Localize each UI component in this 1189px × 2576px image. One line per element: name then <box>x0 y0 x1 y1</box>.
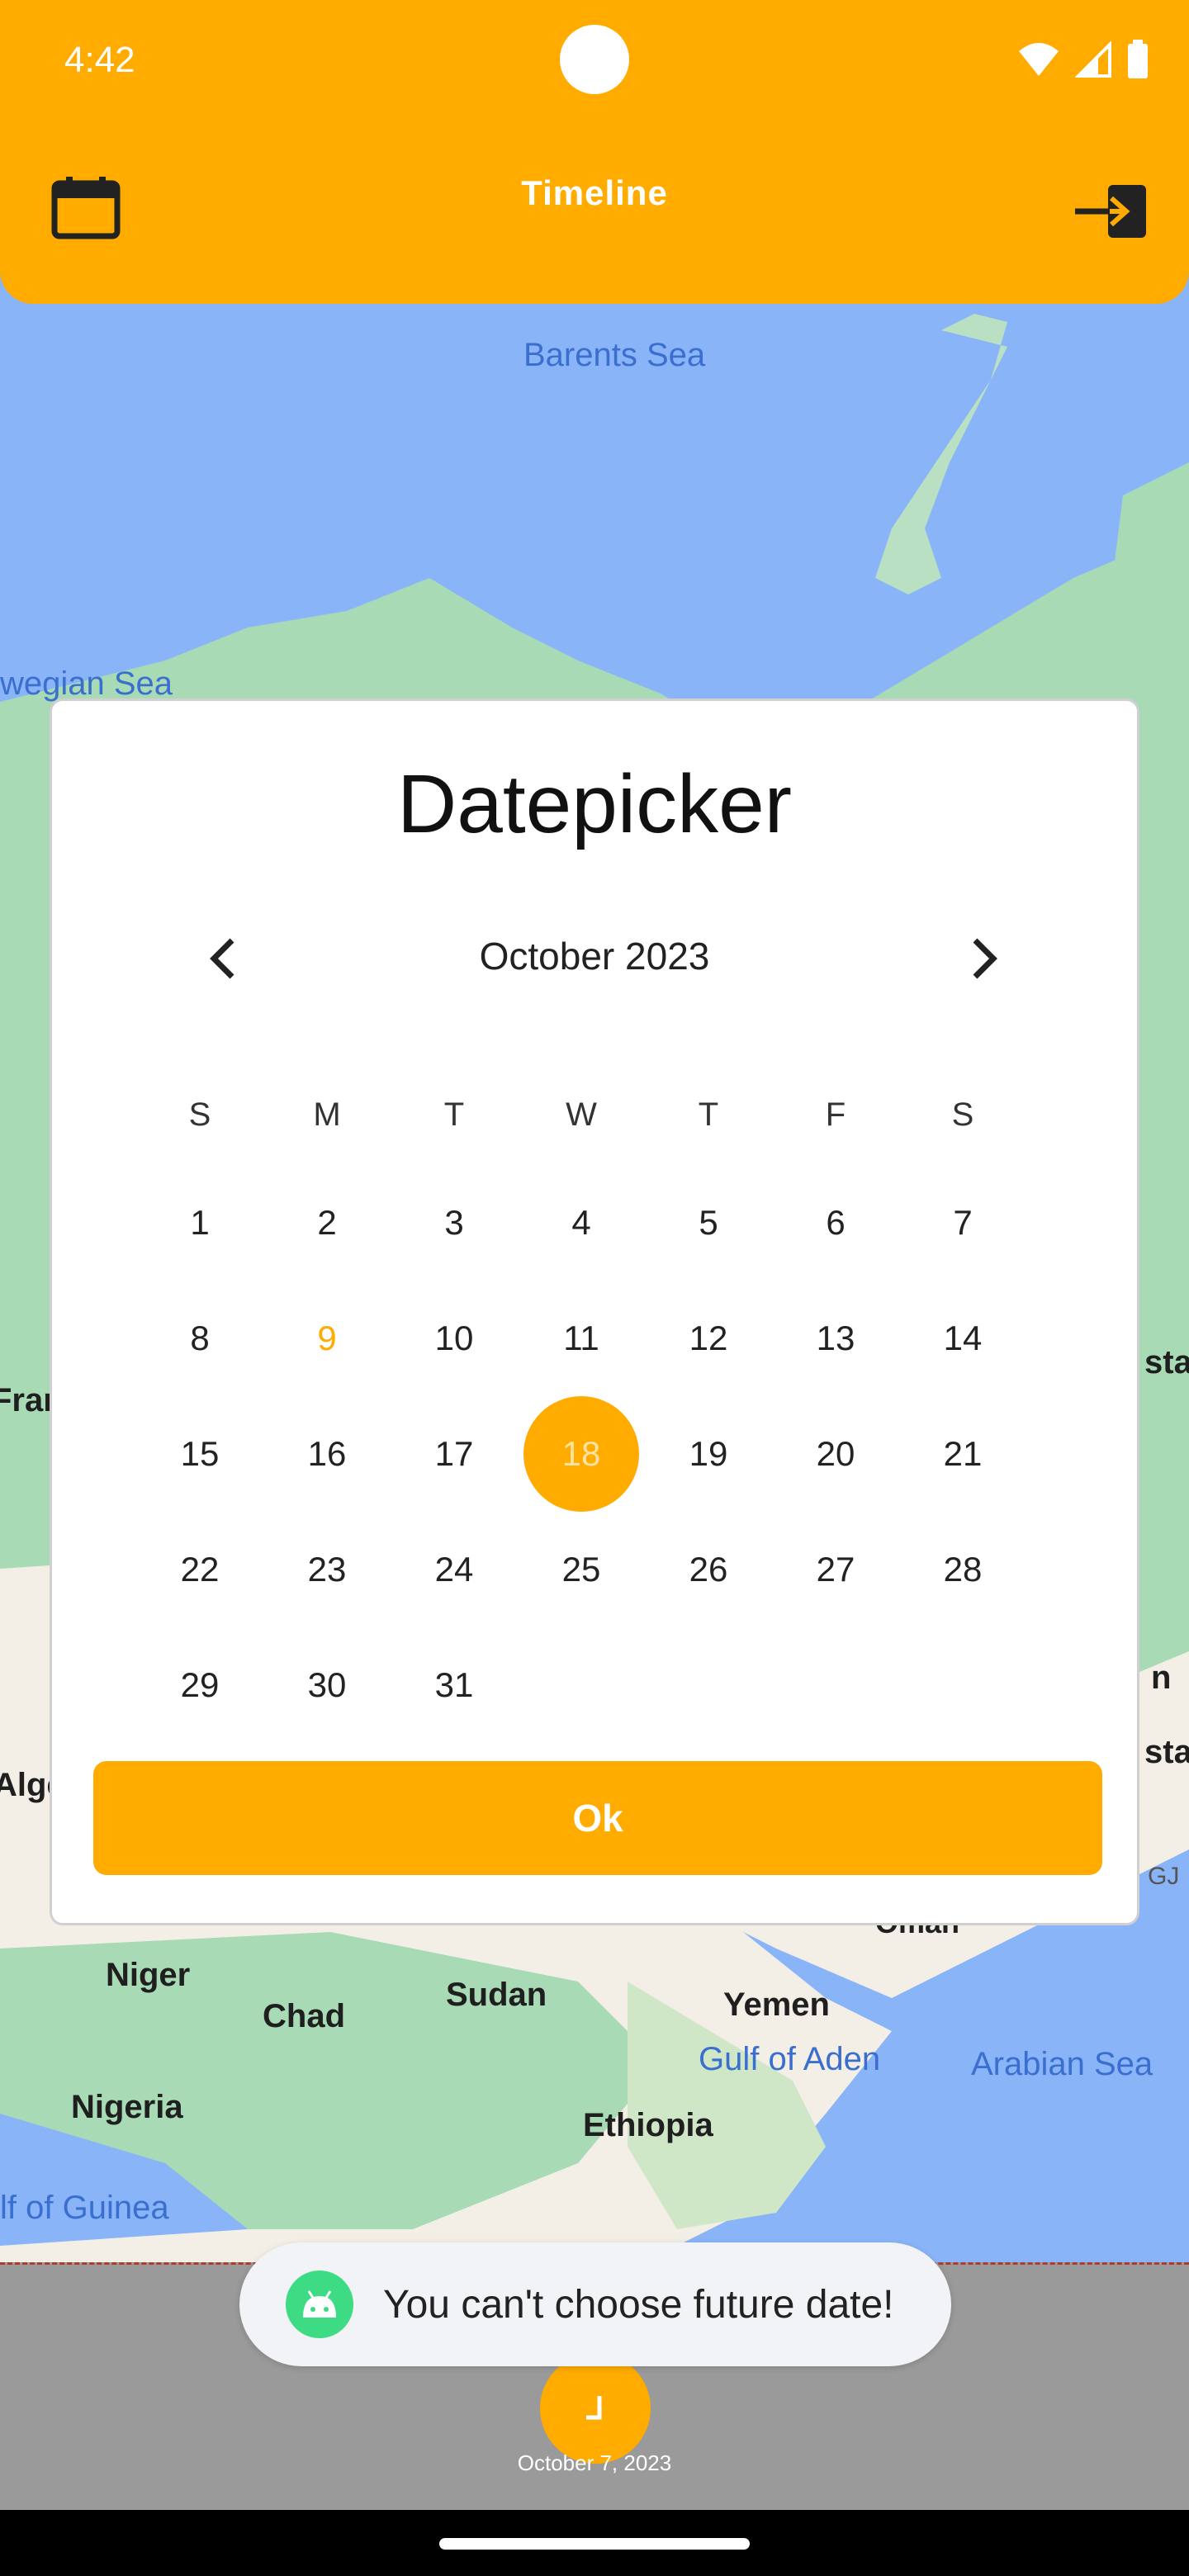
map-label-gj: GJ <box>1148 1863 1180 1890</box>
day-header: S <box>951 1096 974 1133</box>
day-cell[interactable]: 21 <box>899 1396 1026 1512</box>
camera-cutout <box>560 25 629 94</box>
day-header: T <box>698 1096 719 1133</box>
day-cell-empty <box>899 1627 1026 1743</box>
day-cell[interactable]: 27 <box>772 1512 899 1627</box>
app-header: 4:42 Timeline <box>0 0 1189 304</box>
day-cell[interactable]: 23 <box>263 1512 391 1627</box>
datepicker-dialog: Datepicker October 2023 S M T W T F S 1 … <box>50 698 1139 1925</box>
day-cell[interactable]: 3 <box>391 1165 518 1281</box>
map-label-chad: Chad <box>263 1998 345 2034</box>
android-icon <box>286 2271 353 2338</box>
day-header: W <box>566 1096 597 1133</box>
day-header: F <box>825 1096 846 1133</box>
wifi-icon <box>1019 43 1059 76</box>
toast-message: You can't choose future date! <box>239 2242 951 2366</box>
logout-button[interactable] <box>1075 182 1149 241</box>
day-cell[interactable]: 8 <box>136 1281 263 1396</box>
dialog-title: Datepicker <box>397 758 792 850</box>
day-cell[interactable]: 2 <box>263 1165 391 1281</box>
day-cell[interactable]: 1 <box>136 1165 263 1281</box>
chevron-right-icon <box>973 938 997 979</box>
selected-day-indicator: 18 <box>523 1396 639 1512</box>
day-cell[interactable]: 4 <box>518 1165 645 1281</box>
battery-icon <box>1128 40 1148 78</box>
day-cell[interactable]: 26 <box>645 1512 772 1627</box>
home-gesture-handle[interactable] <box>439 2538 750 2550</box>
day-cell-selected[interactable]: 18 <box>518 1396 645 1512</box>
map-label-norwegian-sea: wegian Sea <box>0 665 173 702</box>
day-cell[interactable]: 30 <box>263 1627 391 1743</box>
logout-icon <box>1075 185 1146 238</box>
day-cell[interactable]: 29 <box>136 1627 263 1743</box>
day-cell-empty <box>772 1627 899 1743</box>
day-header: M <box>313 1096 341 1133</box>
day-header: T <box>443 1096 465 1133</box>
status-time: 4:42 <box>64 40 135 80</box>
page-title: Timeline <box>521 173 668 212</box>
map-label-gulf-of-aden: Gulf of Aden <box>699 2041 881 2077</box>
system-nav-bar <box>0 2510 1189 2576</box>
day-cell[interactable]: 14 <box>899 1281 1026 1396</box>
week-row: 1 2 3 4 5 6 7 <box>136 1165 1028 1281</box>
day-cell-empty <box>645 1627 772 1743</box>
day-cell[interactable]: 7 <box>899 1165 1026 1281</box>
week-row: 15 16 17 18 19 20 21 <box>136 1396 1028 1512</box>
day-cell[interactable]: 28 <box>899 1512 1026 1627</box>
day-cell[interactable]: 5 <box>645 1165 772 1281</box>
day-cell[interactable]: 13 <box>772 1281 899 1396</box>
timeline-clock-button[interactable] <box>540 2353 651 2464</box>
timeline-date: October 7, 2023 <box>517 2451 672 2475</box>
day-cell[interactable]: 25 <box>518 1512 645 1627</box>
day-cell-empty <box>518 1627 645 1743</box>
day-cell[interactable]: 17 <box>391 1396 518 1512</box>
day-cell-today[interactable]: 9 <box>263 1281 391 1396</box>
week-row: 29 30 31 <box>136 1627 1028 1743</box>
day-cell[interactable]: 15 <box>136 1396 263 1512</box>
map-label-stan-2: stan <box>1144 1734 1189 1770</box>
map-label-yemen: Yemen <box>723 1986 830 2023</box>
map-label-ethiopia: Ethiopia <box>583 2107 713 2143</box>
day-cell[interactable]: 24 <box>391 1512 518 1627</box>
map-label-barents-sea: Barents Sea <box>523 337 706 373</box>
clock-icon <box>586 2396 602 2420</box>
day-cell[interactable]: 11 <box>518 1281 645 1396</box>
map-label-sudan: Sudan <box>446 1977 547 2013</box>
day-header: S <box>188 1096 211 1133</box>
calendar-grid: S M T W T F S 1 2 3 4 5 6 7 8 9 10 11 12… <box>136 1064 1028 1743</box>
next-month-button[interactable] <box>950 926 1016 992</box>
day-cell[interactable]: 19 <box>645 1396 772 1512</box>
map-label-n: n <box>1151 1660 1172 1696</box>
day-cell[interactable]: 20 <box>772 1396 899 1512</box>
status-icons <box>1017 36 1149 83</box>
day-cell[interactable]: 10 <box>391 1281 518 1396</box>
map-label-niger: Niger <box>106 1957 191 1993</box>
map-label-arabian-sea: Arabian Sea <box>971 2046 1153 2082</box>
map-label-stan-1: stan <box>1144 1344 1189 1380</box>
day-cell[interactable]: 22 <box>136 1512 263 1627</box>
day-of-week-header: S M T W T F S <box>136 1064 1028 1165</box>
day-cell[interactable]: 16 <box>263 1396 391 1512</box>
ok-button[interactable]: Ok <box>93 1761 1102 1875</box>
week-row: 8 9 10 11 12 13 14 <box>136 1281 1028 1396</box>
day-cell[interactable]: 12 <box>645 1281 772 1396</box>
map-label-nigeria: Nigeria <box>71 2089 183 2125</box>
day-cell[interactable]: 31 <box>391 1627 518 1743</box>
day-cell[interactable]: 6 <box>772 1165 899 1281</box>
signal-icon <box>1075 41 1111 78</box>
toast-text: You can't choose future date! <box>383 2282 894 2327</box>
week-row: 22 23 24 25 26 27 28 <box>136 1512 1028 1627</box>
map-label-gulf-of-guinea: lf of Guinea <box>0 2190 169 2226</box>
